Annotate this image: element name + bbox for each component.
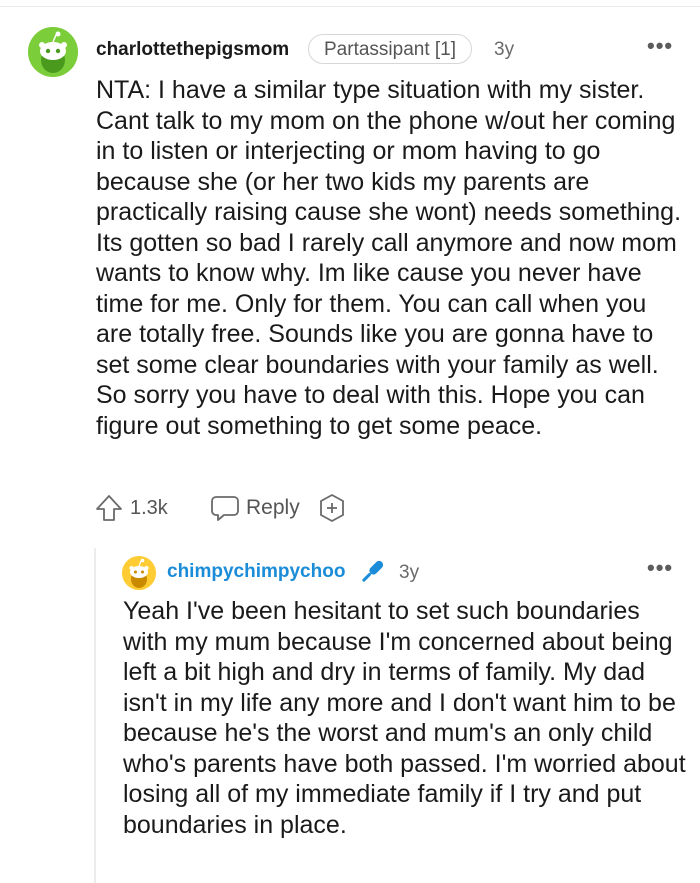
- reply-button[interactable]: [210, 492, 240, 524]
- divider: [0, 6, 700, 7]
- snoo-avatar-icon: [122, 556, 156, 590]
- comment-body: Yeah I've been hesitant to set such boun…: [123, 597, 686, 839]
- avatar[interactable]: [28, 27, 78, 77]
- comment-timestamp: 3y: [399, 562, 420, 583]
- speech-bubble-icon[interactable]: [210, 493, 240, 523]
- comment-body: NTA: I have a similar type situation wit…: [96, 76, 682, 440]
- comment-author[interactable]: chimpychimpychoo: [167, 560, 345, 584]
- more-options-icon[interactable]: •••: [647, 557, 673, 579]
- add-award-icon[interactable]: [318, 493, 346, 523]
- snoo-avatar-icon: [28, 27, 78, 77]
- user-flair: Partassipant [1]: [308, 34, 473, 64]
- more-options-icon[interactable]: •••: [647, 35, 673, 57]
- thread-line[interactable]: [94, 548, 96, 883]
- comment-author[interactable]: charlottethepigsmom: [96, 38, 289, 62]
- upvote-button[interactable]: [94, 492, 124, 524]
- avatar[interactable]: [122, 556, 156, 590]
- award-button[interactable]: [318, 492, 346, 524]
- upvote-arrow-icon[interactable]: [94, 493, 124, 523]
- vote-count: 1.3k: [130, 497, 168, 519]
- comment-timestamp: 3y: [494, 39, 515, 60]
- reply-label[interactable]: Reply: [246, 496, 300, 520]
- microphone-icon: [362, 560, 384, 582]
